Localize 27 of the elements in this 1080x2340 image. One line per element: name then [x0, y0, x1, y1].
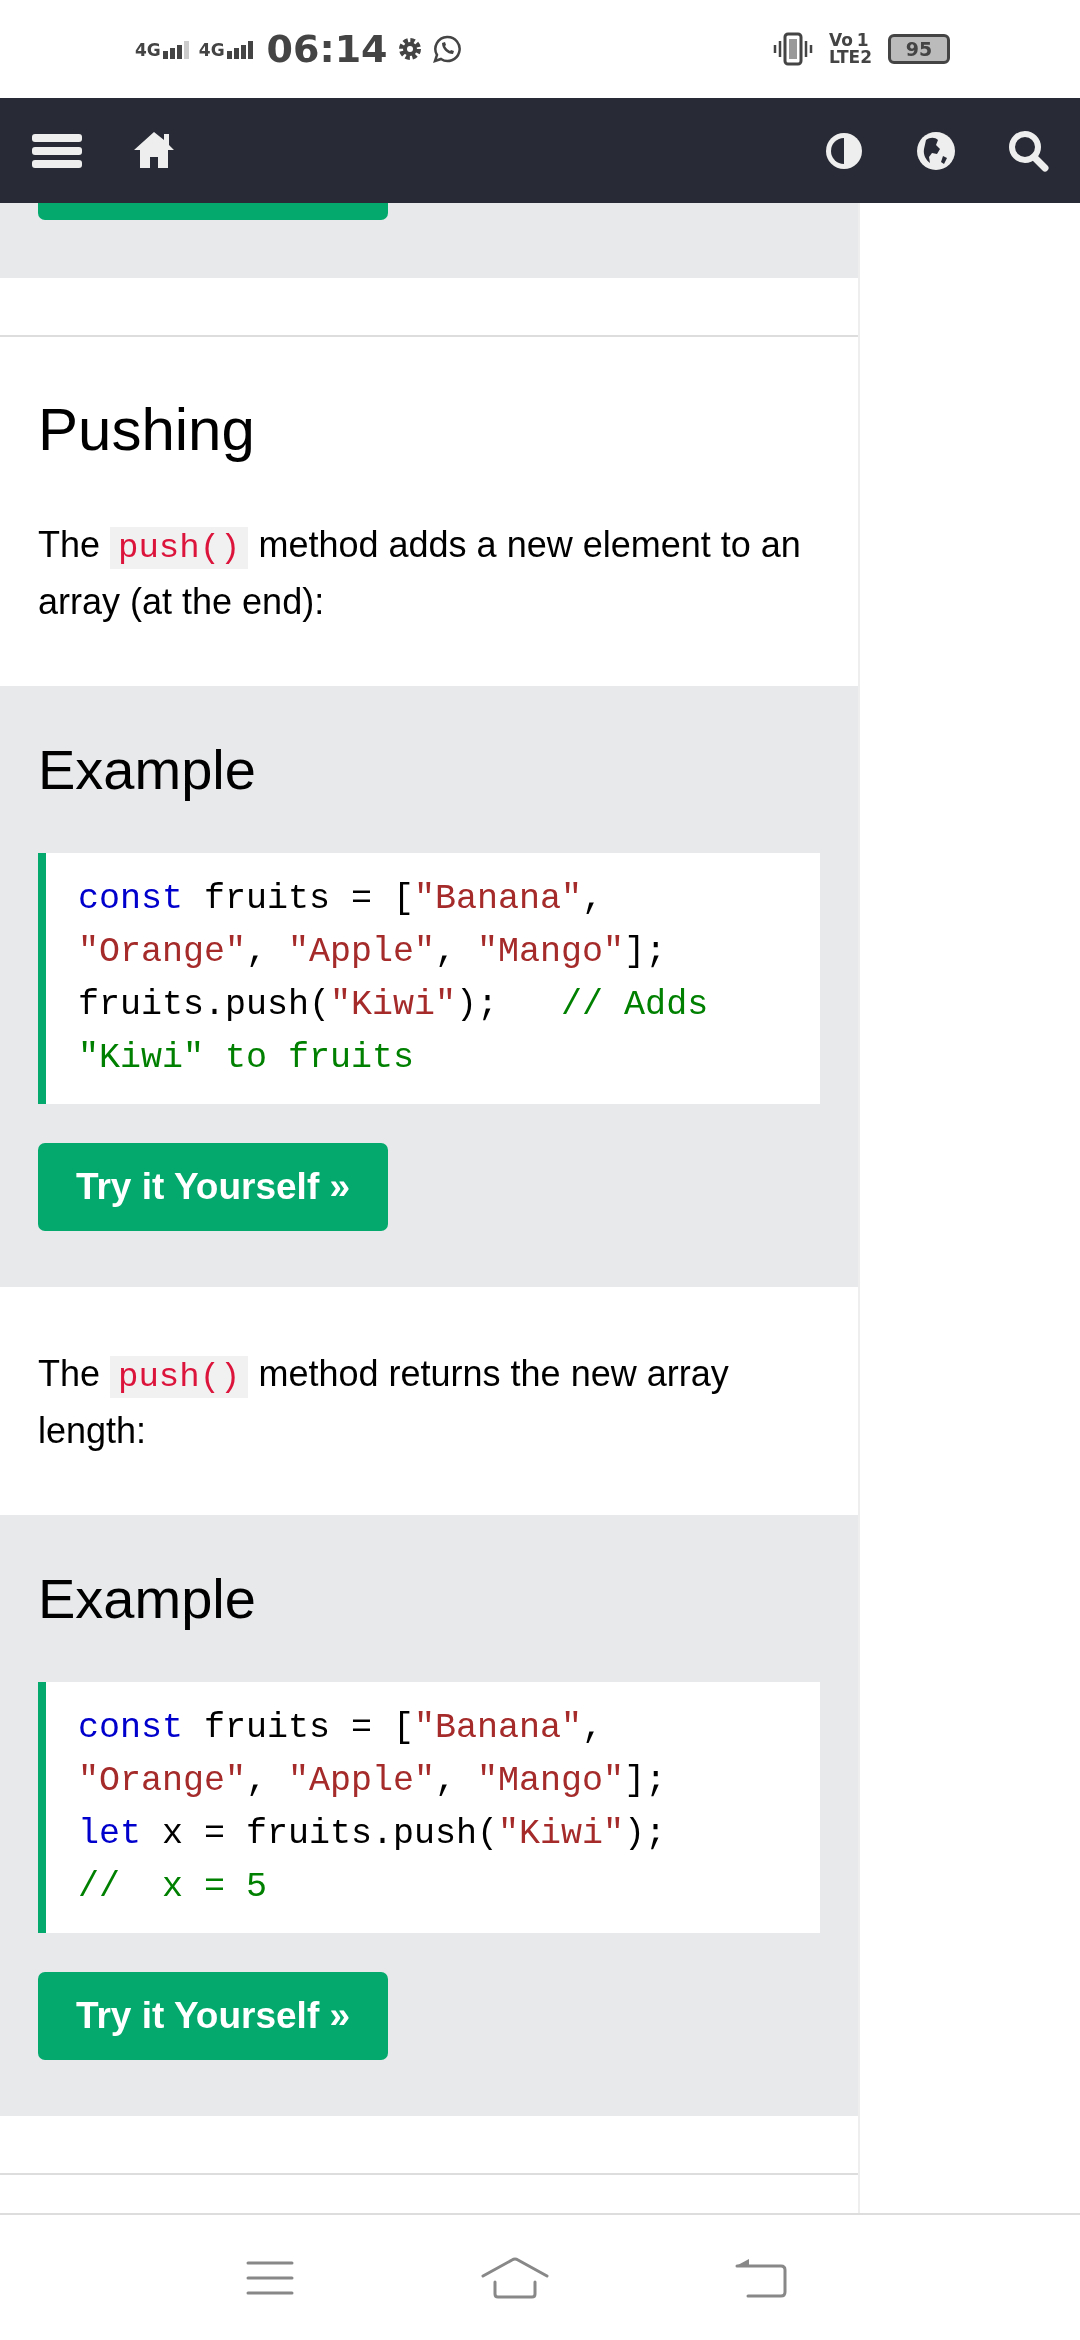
code-line: const fruits = ["Banana",	[78, 1707, 605, 1750]
home-icon[interactable]	[479, 2255, 550, 2300]
lte-label: LTE2	[828, 49, 872, 66]
network-label: 4G	[135, 42, 161, 59]
paragraph: The push() method adds a new element to an array (at the end):	[38, 523, 802, 624]
example-heading: Example	[38, 1566, 257, 1632]
chat-icon	[431, 34, 462, 64]
volte-label: Vo	[828, 32, 853, 49]
example-heading: Example	[38, 737, 257, 803]
code-line: "Kiwi" to fruits	[78, 1037, 416, 1080]
vibrate-icon	[772, 31, 813, 67]
signal-icon	[160, 39, 191, 59]
code-line: // x = 5	[78, 1866, 269, 1909]
code-line: "Orange", "Apple", "Mango"];	[78, 931, 668, 974]
try-it-button[interactable]: Try it Yourself »	[38, 1143, 388, 1231]
code-line: let x = fruits.push("Kiwi");	[78, 1813, 668, 1856]
battery-indicator: 95	[888, 34, 950, 64]
section-heading: Pushing	[38, 395, 256, 465]
code-line: const fruits = ["Banana",	[78, 878, 605, 921]
network-label: 4G	[198, 42, 225, 59]
signal-icon	[224, 39, 255, 59]
paragraph: The push() method returns the new array length:	[38, 1352, 730, 1453]
code-line: fruits.push("Kiwi"); // Adds	[78, 984, 710, 1027]
clock: 06:14	[266, 25, 388, 73]
sim-label: 1	[856, 32, 869, 49]
try-it-button[interactable]: Try it Yourself »	[38, 1972, 388, 2060]
code-line: "Orange", "Apple", "Mango"];	[78, 1760, 668, 1803]
